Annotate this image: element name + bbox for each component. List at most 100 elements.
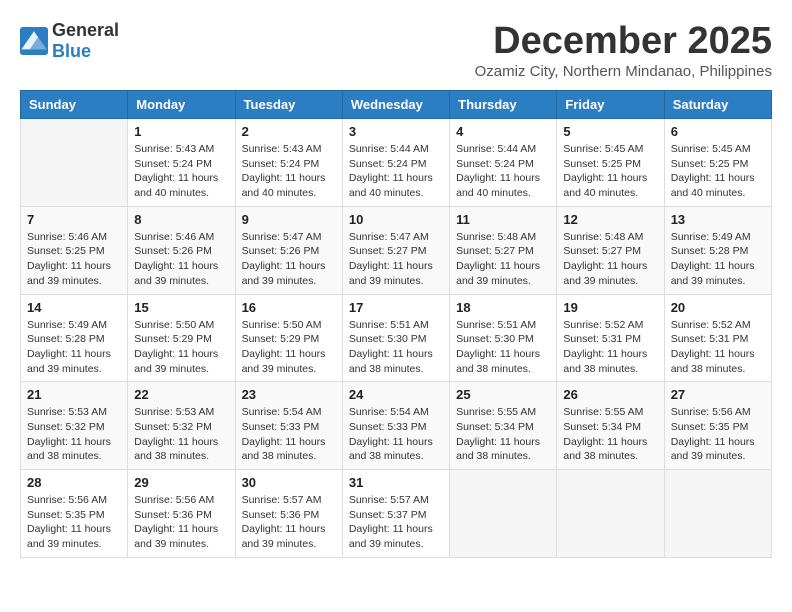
day-number: 8 bbox=[134, 212, 228, 227]
calendar-cell: 18 Sunrise: 5:51 AMSunset: 5:30 PMDayligh… bbox=[450, 294, 557, 382]
day-info: Sunrise: 5:52 AMSunset: 5:31 PMDaylight:… bbox=[671, 318, 765, 377]
calendar-week-2: 7 Sunrise: 5:46 AMSunset: 5:25 PMDaylight… bbox=[21, 206, 772, 294]
calendar-table: SundayMondayTuesdayWednesdayThursdayFrid… bbox=[20, 90, 772, 558]
day-number: 10 bbox=[349, 212, 443, 227]
calendar-week-4: 21 Sunrise: 5:53 AMSunset: 5:32 PMDayligh… bbox=[21, 382, 772, 470]
calendar-cell: 22 Sunrise: 5:53 AMSunset: 5:32 PMDayligh… bbox=[128, 382, 235, 470]
day-info: Sunrise: 5:48 AMSunset: 5:27 PMDaylight:… bbox=[563, 230, 657, 289]
calendar-cell: 9 Sunrise: 5:47 AMSunset: 5:26 PMDaylight… bbox=[235, 206, 342, 294]
calendar-cell: 1Sunrise: 5:43 AMSunset: 5:24 PMDaylight… bbox=[128, 119, 235, 207]
calendar-cell: 17Sunrise: 5:51 AMSunset: 5:30 PMDayligh… bbox=[342, 294, 449, 382]
calendar-cell: 19Sunrise: 5:52 AMSunset: 5:31 PMDayligh… bbox=[557, 294, 664, 382]
day-number: 2 bbox=[242, 124, 336, 139]
day-number: 31 bbox=[349, 475, 443, 490]
day-number: 12 bbox=[563, 212, 657, 227]
day-number: 28 bbox=[27, 475, 121, 490]
day-info: Sunrise: 5:51 AMSunset: 5:30 PMDaylight:… bbox=[456, 318, 550, 377]
day-number: 13 bbox=[671, 212, 765, 227]
day-info: Sunrise: 5:43 AMSunset: 5:24 PMDaylight:… bbox=[242, 142, 336, 201]
logo: General Blue bbox=[20, 20, 119, 62]
logo-text: General Blue bbox=[52, 20, 119, 62]
calendar-cell: 6 Sunrise: 5:45 AMSunset: 5:25 PMDaylight… bbox=[664, 119, 771, 207]
calendar-cell: 20 Sunrise: 5:52 AMSunset: 5:31 PMDayligh… bbox=[664, 294, 771, 382]
calendar-cell: 24 Sunrise: 5:54 AMSunset: 5:33 PMDayligh… bbox=[342, 382, 449, 470]
logo-blue: Blue bbox=[52, 41, 91, 61]
calendar-cell: 28 Sunrise: 5:56 AMSunset: 5:35 PMDayligh… bbox=[21, 470, 128, 558]
calendar-cell bbox=[21, 119, 128, 207]
day-number: 21 bbox=[27, 387, 121, 402]
page-header: General Blue December 2025 Ozamiz City, … bbox=[20, 20, 772, 80]
calendar-cell: 10 Sunrise: 5:47 AMSunset: 5:27 PMDayligh… bbox=[342, 206, 449, 294]
column-header-thursday: Thursday bbox=[450, 91, 557, 119]
calendar-cell: 13Sunrise: 5:49 AMSunset: 5:28 PMDayligh… bbox=[664, 206, 771, 294]
calendar-cell: 7 Sunrise: 5:46 AMSunset: 5:25 PMDaylight… bbox=[21, 206, 128, 294]
column-header-monday: Monday bbox=[128, 91, 235, 119]
day-info: Sunrise: 5:50 AMSunset: 5:29 PMDaylight:… bbox=[134, 318, 228, 377]
day-info: Sunrise: 5:57 AMSunset: 5:37 PMDaylight:… bbox=[349, 493, 443, 552]
day-number: 5 bbox=[563, 124, 657, 139]
column-header-wednesday: Wednesday bbox=[342, 91, 449, 119]
logo-icon bbox=[20, 27, 48, 55]
day-number: 18 bbox=[456, 300, 550, 315]
calendar-cell: 29 Sunrise: 5:56 AMSunset: 5:36 PMDayligh… bbox=[128, 470, 235, 558]
day-number: 20 bbox=[671, 300, 765, 315]
day-info: Sunrise: 5:44 AMSunset: 5:24 PMDaylight:… bbox=[349, 142, 443, 201]
day-info: Sunrise: 5:48 AMSunset: 5:27 PMDaylight:… bbox=[456, 230, 550, 289]
calendar-cell bbox=[557, 470, 664, 558]
calendar-cell: 15 Sunrise: 5:50 AMSunset: 5:29 PMDayligh… bbox=[128, 294, 235, 382]
column-header-tuesday: Tuesday bbox=[235, 91, 342, 119]
day-info: Sunrise: 5:44 AMSunset: 5:24 PMDaylight:… bbox=[456, 142, 550, 201]
day-number: 22 bbox=[134, 387, 228, 402]
day-info: Sunrise: 5:55 AMSunset: 5:34 PMDaylight:… bbox=[563, 405, 657, 464]
calendar-header-row: SundayMondayTuesdayWednesdayThursdayFrid… bbox=[21, 91, 772, 119]
calendar-cell: 14Sunrise: 5:49 AMSunset: 5:28 PMDayligh… bbox=[21, 294, 128, 382]
calendar-cell: 27 Sunrise: 5:56 AMSunset: 5:35 PMDayligh… bbox=[664, 382, 771, 470]
day-number: 29 bbox=[134, 475, 228, 490]
day-number: 30 bbox=[242, 475, 336, 490]
location-subtitle: Ozamiz City, Northern Mindanao, Philippi… bbox=[475, 63, 772, 80]
day-info: Sunrise: 5:54 AMSunset: 5:33 PMDaylight:… bbox=[349, 405, 443, 464]
column-header-friday: Friday bbox=[557, 91, 664, 119]
month-year-title: December 2025 bbox=[475, 20, 772, 63]
calendar-cell: 16Sunrise: 5:50 AMSunset: 5:29 PMDayligh… bbox=[235, 294, 342, 382]
day-number: 3 bbox=[349, 124, 443, 139]
day-number: 27 bbox=[671, 387, 765, 402]
day-number: 4 bbox=[456, 124, 550, 139]
day-number: 24 bbox=[349, 387, 443, 402]
day-info: Sunrise: 5:50 AMSunset: 5:29 PMDaylight:… bbox=[242, 318, 336, 377]
day-number: 26 bbox=[563, 387, 657, 402]
column-header-saturday: Saturday bbox=[664, 91, 771, 119]
day-info: Sunrise: 5:45 AMSunset: 5:25 PMDaylight:… bbox=[671, 142, 765, 201]
day-number: 11 bbox=[456, 212, 550, 227]
day-info: Sunrise: 5:53 AMSunset: 5:32 PMDaylight:… bbox=[134, 405, 228, 464]
title-block: December 2025 Ozamiz City, Northern Mind… bbox=[475, 20, 772, 80]
column-header-sunday: Sunday bbox=[21, 91, 128, 119]
calendar-cell: 25Sunrise: 5:55 AMSunset: 5:34 PMDayligh… bbox=[450, 382, 557, 470]
day-info: Sunrise: 5:54 AMSunset: 5:33 PMDaylight:… bbox=[242, 405, 336, 464]
calendar-cell: 8 Sunrise: 5:46 AMSunset: 5:26 PMDaylight… bbox=[128, 206, 235, 294]
day-number: 6 bbox=[671, 124, 765, 139]
day-info: Sunrise: 5:56 AMSunset: 5:36 PMDaylight:… bbox=[134, 493, 228, 552]
day-info: Sunrise: 5:56 AMSunset: 5:35 PMDaylight:… bbox=[27, 493, 121, 552]
calendar-cell: 23 Sunrise: 5:54 AMSunset: 5:33 PMDayligh… bbox=[235, 382, 342, 470]
day-info: Sunrise: 5:47 AMSunset: 5:27 PMDaylight:… bbox=[349, 230, 443, 289]
day-number: 14 bbox=[27, 300, 121, 315]
calendar-cell: 30 Sunrise: 5:57 AMSunset: 5:36 PMDayligh… bbox=[235, 470, 342, 558]
day-number: 9 bbox=[242, 212, 336, 227]
calendar-cell bbox=[450, 470, 557, 558]
calendar-week-1: 1 Sunrise: 5:43 AMSunset: 5:24 PMDaylight… bbox=[21, 119, 772, 207]
day-info: Sunrise: 5:56 AMSunset: 5:35 PMDaylight:… bbox=[671, 405, 765, 464]
day-info: Sunrise: 5:57 AMSunset: 5:36 PMDaylight:… bbox=[242, 493, 336, 552]
day-number: 15 bbox=[134, 300, 228, 315]
calendar-cell: 3 Sunrise: 5:44 AMSunset: 5:24 PMDaylight… bbox=[342, 119, 449, 207]
day-number: 23 bbox=[242, 387, 336, 402]
logo-general: General bbox=[52, 20, 119, 40]
day-info: Sunrise: 5:46 AMSunset: 5:26 PMDaylight:… bbox=[134, 230, 228, 289]
day-number: 7 bbox=[27, 212, 121, 227]
day-info: Sunrise: 5:46 AMSunset: 5:25 PMDaylight:… bbox=[27, 230, 121, 289]
day-number: 1 bbox=[134, 124, 228, 139]
day-number: 19 bbox=[563, 300, 657, 315]
day-info: Sunrise: 5:47 AMSunset: 5:26 PMDaylight:… bbox=[242, 230, 336, 289]
calendar-cell: 12 Sunrise: 5:48 AMSunset: 5:27 PMDayligh… bbox=[557, 206, 664, 294]
day-info: Sunrise: 5:55 AMSunset: 5:34 PMDaylight:… bbox=[456, 405, 550, 464]
